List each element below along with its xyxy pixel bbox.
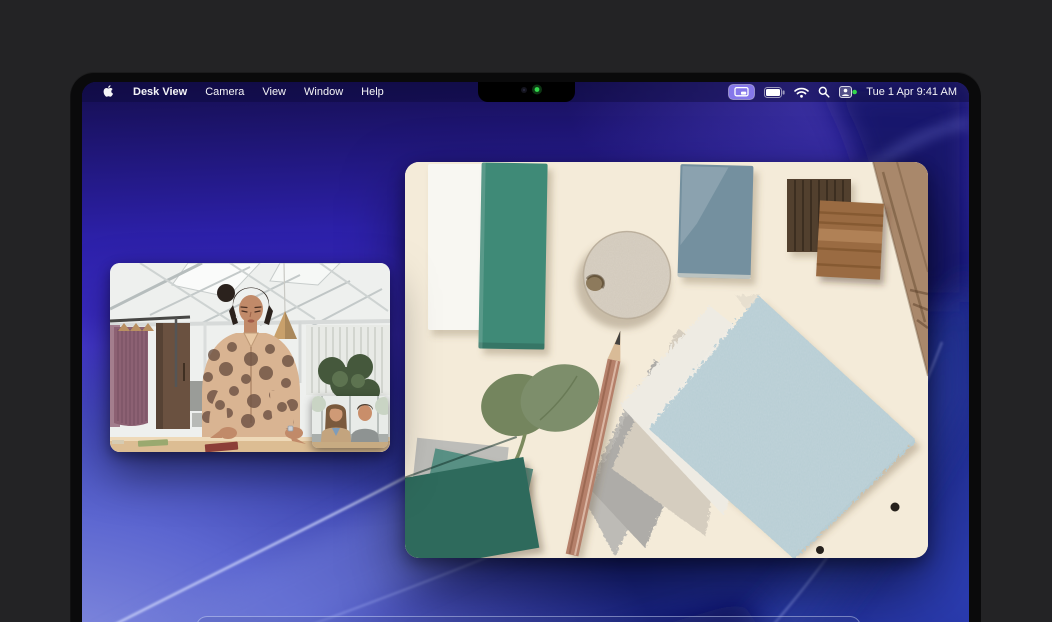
menu-bar-clock[interactable]: Tue 1 Apr 9:41 AM xyxy=(866,86,957,98)
menu-item-view[interactable]: View xyxy=(253,86,295,98)
hanging-garments xyxy=(114,327,148,426)
camera-led xyxy=(535,87,540,92)
menu-item-camera[interactable]: Camera xyxy=(196,86,253,98)
menu-item-app-desk-view[interactable]: Desk View xyxy=(124,86,196,98)
facetime-pip-remote-participants[interactable] xyxy=(312,396,388,448)
macbook-screen: Desk View Camera View Window Help xyxy=(82,82,969,622)
facetime-window[interactable] xyxy=(110,263,390,452)
teal-tile-sample xyxy=(478,162,552,355)
menu-item-window[interactable]: Window xyxy=(295,86,352,98)
apple-logo-icon xyxy=(102,84,115,98)
face xyxy=(239,295,263,323)
brown-wood-sample xyxy=(816,200,888,284)
marketing-canvas: Desk View Camera View Window Help xyxy=(0,0,1052,622)
user-switcher-icon[interactable] xyxy=(839,86,857,98)
desk-view-scene xyxy=(405,162,928,558)
camera-notch xyxy=(478,82,575,102)
menu-item-help[interactable]: Help xyxy=(352,86,393,98)
pip-video-scene xyxy=(312,396,388,448)
desk-view-window[interactable] xyxy=(405,162,928,558)
blue-gray-tile-sample xyxy=(677,164,758,285)
silver-ring xyxy=(288,426,293,431)
notch-camera xyxy=(478,82,575,102)
desk-view-status-icon[interactable] xyxy=(728,84,755,100)
snap-button xyxy=(816,546,824,554)
background-window-top-edge[interactable] xyxy=(196,616,861,622)
macbook-body: Desk View Camera View Window Help xyxy=(70,72,981,622)
camera-active-dot xyxy=(853,90,858,95)
wifi-icon[interactable] xyxy=(794,87,809,98)
apple-menu[interactable] xyxy=(93,84,124,101)
snap-button xyxy=(891,503,900,512)
battery-icon[interactable] xyxy=(764,87,785,98)
wooden-hangers xyxy=(118,323,154,331)
spotlight-search-icon[interactable] xyxy=(818,86,830,98)
